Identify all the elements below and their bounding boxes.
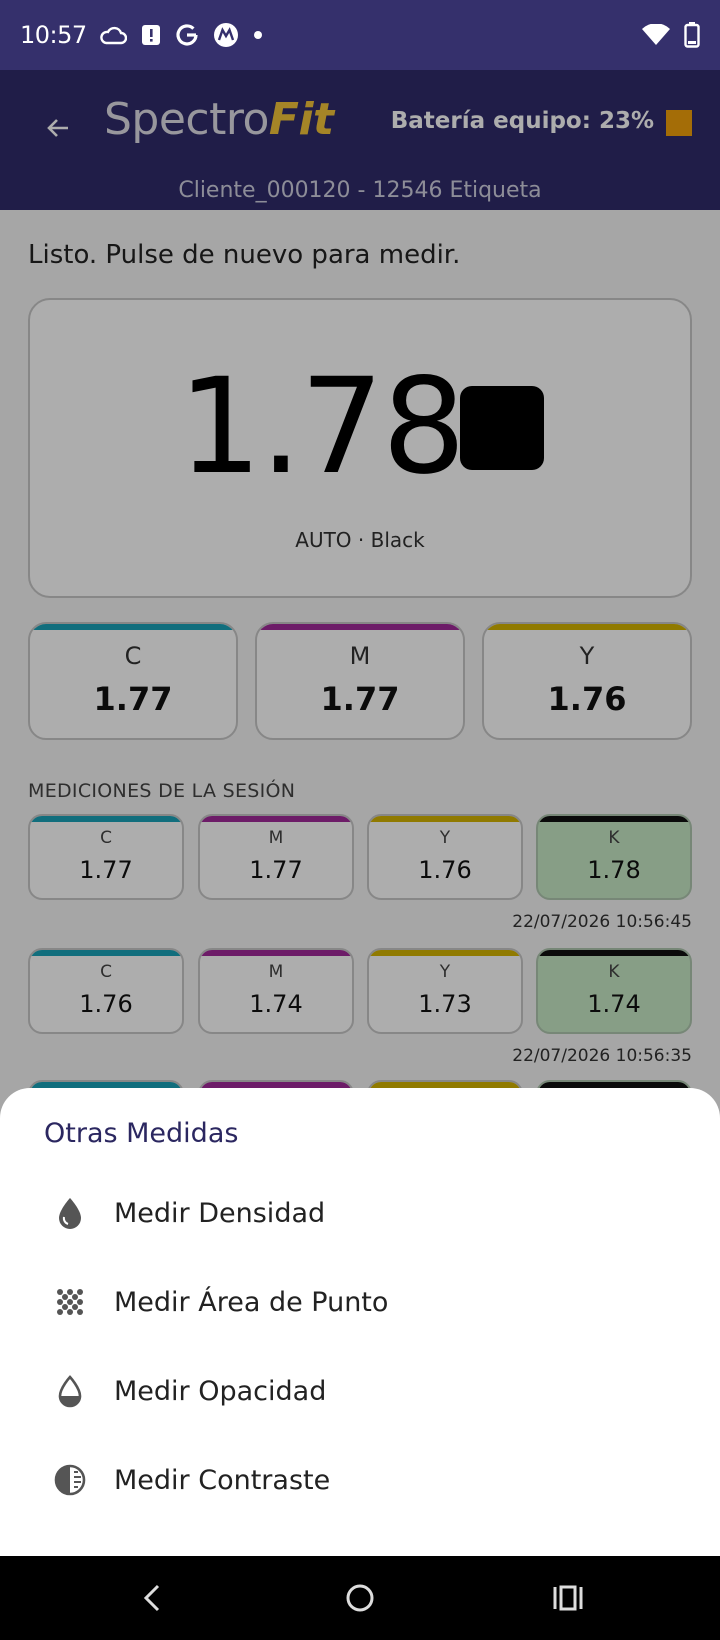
- alert-icon: [141, 24, 161, 46]
- menu-item-label: Medir Densidad: [114, 1197, 326, 1229]
- menu-item-label: Medir Opacidad: [114, 1375, 327, 1407]
- battery-icon: [684, 22, 700, 48]
- menu-item-opacity[interactable]: Medir Opacidad: [0, 1351, 720, 1431]
- status-bar: 10:57: [0, 0, 720, 70]
- drop-icon: [50, 1193, 90, 1233]
- back-nav-icon[interactable]: [130, 1576, 174, 1620]
- menu-item-density[interactable]: Medir Densidad: [0, 1173, 720, 1253]
- contrast-icon: [50, 1460, 90, 1500]
- other-measures-sheet: Otras Medidas Medir Densidad Medir Área …: [0, 1088, 720, 1556]
- dot-icon: [253, 30, 263, 40]
- system-nav-bar: [0, 1556, 720, 1640]
- motorola-icon: [213, 22, 239, 48]
- menu-item-label: Medir Contraste: [114, 1464, 331, 1496]
- google-icon: [175, 23, 199, 47]
- menu-item-contrast[interactable]: Medir Contraste: [0, 1440, 720, 1520]
- dots-icon: [50, 1282, 90, 1322]
- recents-nav-icon[interactable]: [546, 1576, 590, 1620]
- menu-item-label: Medir Área de Punto: [114, 1286, 389, 1318]
- home-nav-icon[interactable]: [338, 1576, 382, 1620]
- cloud-icon: [99, 25, 127, 45]
- half-drop-icon: [50, 1371, 90, 1411]
- menu-item-dot-area[interactable]: Medir Área de Punto: [0, 1262, 720, 1342]
- sheet-title: Otras Medidas: [44, 1118, 239, 1149]
- wifi-icon: [642, 24, 670, 46]
- status-time: 10:57: [20, 21, 87, 49]
